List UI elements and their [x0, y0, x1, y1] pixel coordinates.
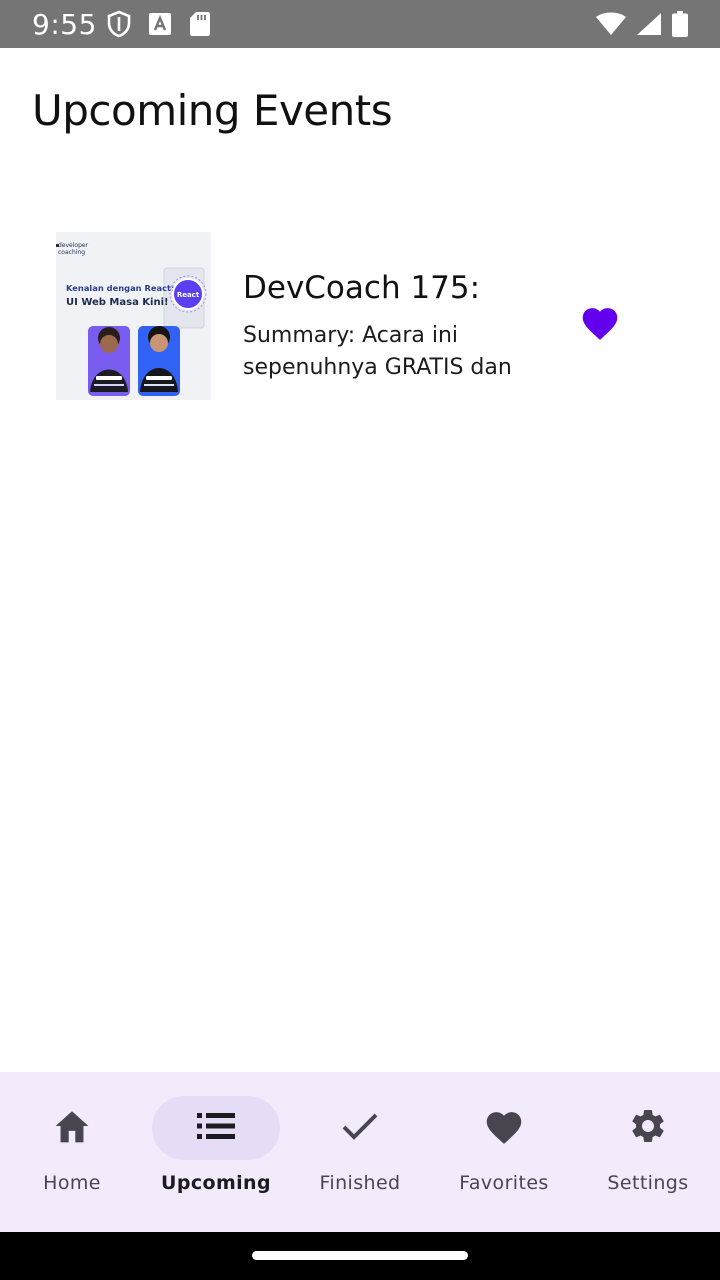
heart-icon	[579, 303, 621, 346]
status-system-icons	[596, 11, 688, 37]
nav-item-finished[interactable]: Finished	[288, 1072, 432, 1232]
nav-indicator	[8, 1096, 136, 1160]
nav-indicator-active	[152, 1096, 280, 1160]
nav-item-home[interactable]: Home	[0, 1072, 144, 1232]
signal-icon	[636, 12, 662, 36]
status-notification-icons	[107, 10, 211, 38]
home-gesture-handle[interactable]	[252, 1251, 468, 1260]
favorite-button[interactable]	[576, 300, 624, 348]
check-icon	[341, 1111, 379, 1146]
heart-icon	[483, 1107, 525, 1150]
nav-label-home: Home	[43, 1172, 101, 1194]
thumbnail-brand-line2: coaching	[58, 249, 85, 256]
status-time: 9:55	[32, 7, 97, 41]
nav-label-upcoming: Upcoming	[161, 1172, 271, 1194]
nav-indicator	[440, 1096, 568, 1160]
wifi-icon	[596, 12, 626, 36]
event-title: DevCoach 175:	[243, 270, 481, 306]
list-icon	[197, 1112, 235, 1144]
nav-label-settings: Settings	[607, 1172, 689, 1194]
font-a-icon	[148, 13, 171, 35]
nav-label-favorites: Favorites	[459, 1172, 549, 1194]
thumbnail-brand-line1: developer	[58, 242, 89, 249]
page-title: Upcoming Events	[32, 86, 393, 135]
bottom-navigation: Home Upcoming Finished Favorites Setting…	[0, 1072, 720, 1232]
event-thumbnail: developer coaching Kenalan dengan React:…	[56, 232, 211, 416]
nav-item-favorites[interactable]: Favorites	[432, 1072, 576, 1232]
event-summary: Summary: Acara ini sepenuhnya GRATIS dan	[243, 323, 512, 380]
sd-card-icon	[189, 11, 211, 37]
home-icon	[52, 1108, 92, 1149]
nav-label-finished: Finished	[319, 1172, 401, 1194]
thumbnail-react-badge: React	[177, 291, 200, 299]
nav-item-settings[interactable]: Settings	[576, 1072, 720, 1232]
system-navigation-bar	[0, 1232, 720, 1280]
battery-icon	[672, 11, 688, 37]
gear-icon	[628, 1106, 668, 1151]
thumbnail-headline-line2: UI Web Masa Kini!	[66, 297, 169, 308]
status-bar: 9:55	[0, 0, 720, 48]
nav-indicator	[584, 1096, 712, 1160]
event-list-item[interactable]: developer coaching Kenalan dengan React:…	[56, 232, 656, 416]
thumbnail-headline-line1: Kenalan dengan React:	[66, 283, 174, 293]
nav-item-upcoming[interactable]: Upcoming	[144, 1072, 288, 1232]
shield-icon	[107, 10, 131, 38]
nav-indicator	[296, 1096, 424, 1160]
event-text: DevCoach 175: Summary: Acara ini sepenuh…	[243, 232, 543, 384]
